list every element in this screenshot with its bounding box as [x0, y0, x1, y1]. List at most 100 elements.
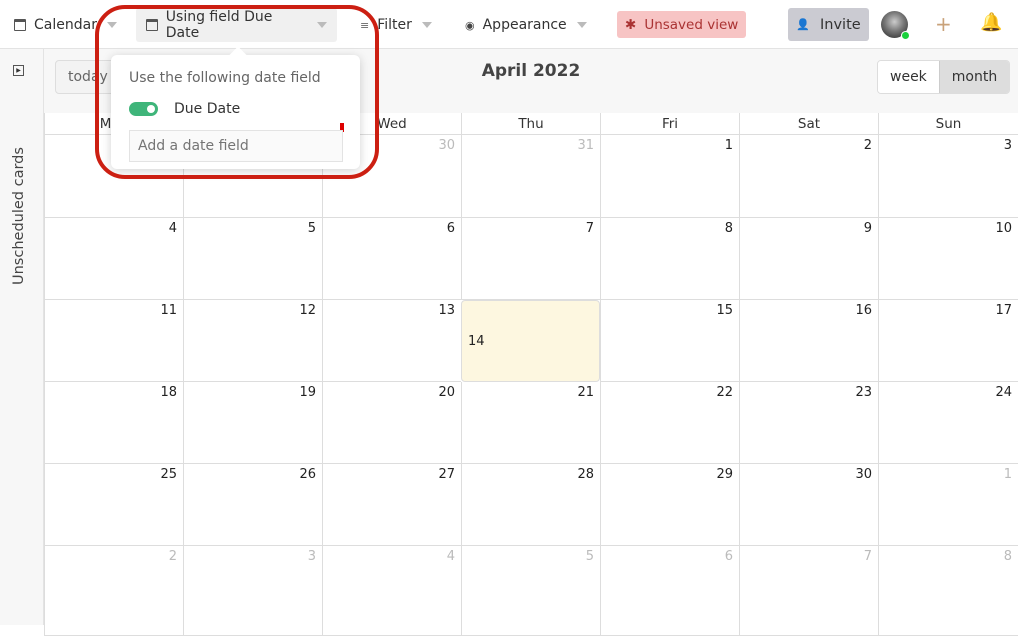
day-number: 20	[438, 385, 455, 400]
day-cell[interactable]: 28	[461, 464, 600, 546]
day-cell[interactable]: 26	[183, 464, 322, 546]
date-field-button[interactable]: Using field Due Date	[136, 8, 337, 42]
filter-button[interactable]: ≡ Filter	[350, 8, 442, 42]
invite-button[interactable]: 👤 Invite	[788, 8, 869, 41]
day-header: Sun	[878, 113, 1018, 135]
day-number: 15	[716, 303, 733, 318]
day-cell[interactable]: 7	[739, 546, 878, 636]
day-cell[interactable]: 16	[739, 300, 878, 382]
day-number: 4	[168, 221, 177, 236]
day-number: 23	[855, 385, 872, 400]
day-cell[interactable]: 5	[183, 218, 322, 300]
day-cell[interactable]: 23	[739, 382, 878, 464]
day-cell[interactable]: 14	[461, 300, 600, 382]
day-number: 17	[995, 303, 1012, 318]
day-number: 7	[863, 549, 872, 564]
chevron-down-icon	[576, 22, 587, 28]
day-cell[interactable]: 21	[461, 382, 600, 464]
day-cell[interactable]: 6	[600, 546, 739, 636]
due-date-toggle[interactable]	[129, 102, 158, 116]
day-number: 27	[438, 467, 455, 482]
today-button[interactable]: today	[55, 60, 115, 94]
day-cell[interactable]: 2	[739, 135, 878, 218]
calendar-view-button[interactable]: Calendar	[4, 8, 127, 42]
day-cell[interactable]: 1	[878, 464, 1018, 546]
day-number: 2	[168, 549, 177, 564]
day-number: 24	[995, 385, 1012, 400]
eye-icon: ◉	[465, 18, 475, 32]
avatar[interactable]	[881, 11, 910, 40]
day-cell[interactable]: 2	[44, 546, 183, 636]
day-cell[interactable]: 29	[600, 464, 739, 546]
day-cell[interactable]: 17	[878, 300, 1018, 382]
date-field-label: Using field Due Date	[165, 9, 273, 41]
day-number: 18	[160, 385, 177, 400]
day-cell[interactable]: 12	[183, 300, 322, 382]
add-date-field-input[interactable]	[129, 130, 343, 162]
date-field-popup: Use the following date field Due Date	[111, 55, 360, 169]
day-cell[interactable]: 5	[461, 546, 600, 636]
day-cell[interactable]: 4	[322, 546, 461, 636]
day-cell[interactable]: 10	[878, 218, 1018, 300]
day-cell[interactable]: 8	[878, 546, 1018, 636]
unscheduled-cards-label[interactable]: Unscheduled cards	[4, 95, 34, 285]
filter-label: Filter	[377, 17, 412, 33]
calendar-icon	[146, 19, 158, 31]
unscheduled-sidebar: ▶ Unscheduled cards	[0, 49, 44, 625]
day-header: Sat	[739, 113, 878, 135]
day-number: 12	[299, 303, 316, 318]
month-view-button[interactable]: month	[938, 61, 1010, 93]
day-cell[interactable]: 22	[600, 382, 739, 464]
day-number: 9	[863, 221, 872, 236]
day-number: 3	[307, 549, 316, 564]
due-date-label: Due Date	[174, 101, 241, 117]
view-switcher: week month	[877, 60, 1011, 94]
day-number: 29	[716, 467, 733, 482]
day-cell[interactable]: 18	[44, 382, 183, 464]
invite-label: Invite	[820, 16, 861, 33]
day-cell[interactable]: 31	[461, 135, 600, 218]
day-number: 30	[855, 467, 872, 482]
day-number: 8	[1003, 549, 1012, 564]
day-number: 19	[299, 385, 316, 400]
week-view-button[interactable]: week	[878, 61, 939, 93]
day-cell[interactable]: 24	[878, 382, 1018, 464]
unsaved-label: Unsaved view	[644, 16, 739, 33]
day-cell[interactable]: 27	[322, 464, 461, 546]
online-status-icon	[901, 31, 910, 40]
day-number: 2	[863, 138, 872, 153]
day-number: 3	[1003, 138, 1012, 153]
day-number: 26	[299, 467, 316, 482]
day-cell[interactable]: 1	[600, 135, 739, 218]
plus-icon[interactable]: +	[935, 12, 952, 36]
day-cell[interactable]: 7	[461, 218, 600, 300]
day-number: 5	[307, 221, 316, 236]
day-number: 28	[577, 467, 594, 482]
day-cell[interactable]: 30	[739, 464, 878, 546]
bell-icon[interactable]: 🔔	[980, 12, 1002, 33]
day-cell[interactable]: 3	[878, 135, 1018, 218]
day-cell[interactable]: 3	[183, 546, 322, 636]
day-cell[interactable]: 6	[322, 218, 461, 300]
day-cell[interactable]: 8	[600, 218, 739, 300]
day-number: 16	[855, 303, 872, 318]
day-number: 14	[468, 333, 485, 349]
day-header: Thu	[461, 113, 600, 135]
day-cell[interactable]: 11	[44, 300, 183, 382]
day-cell[interactable]: 9	[739, 218, 878, 300]
day-cell[interactable]: 13	[322, 300, 461, 382]
day-cell[interactable]: 25	[44, 464, 183, 546]
day-cell[interactable]: 19	[183, 382, 322, 464]
day-cell[interactable]: 20	[322, 382, 461, 464]
popup-title: Use the following date field	[129, 70, 321, 86]
day-number: 31	[577, 138, 594, 153]
day-cell[interactable]: 15	[600, 300, 739, 382]
expand-sidebar-icon[interactable]: ▶	[13, 65, 24, 76]
unsaved-view-badge[interactable]: ✱ Unsaved view	[617, 11, 747, 38]
day-number: 6	[724, 549, 733, 564]
day-cell[interactable]: 4	[44, 218, 183, 300]
calendar-label: Calendar	[34, 17, 97, 33]
appearance-button[interactable]: ◉ Appearance	[455, 8, 597, 42]
day-number: 21	[577, 385, 594, 400]
day-number: 1	[724, 138, 733, 153]
